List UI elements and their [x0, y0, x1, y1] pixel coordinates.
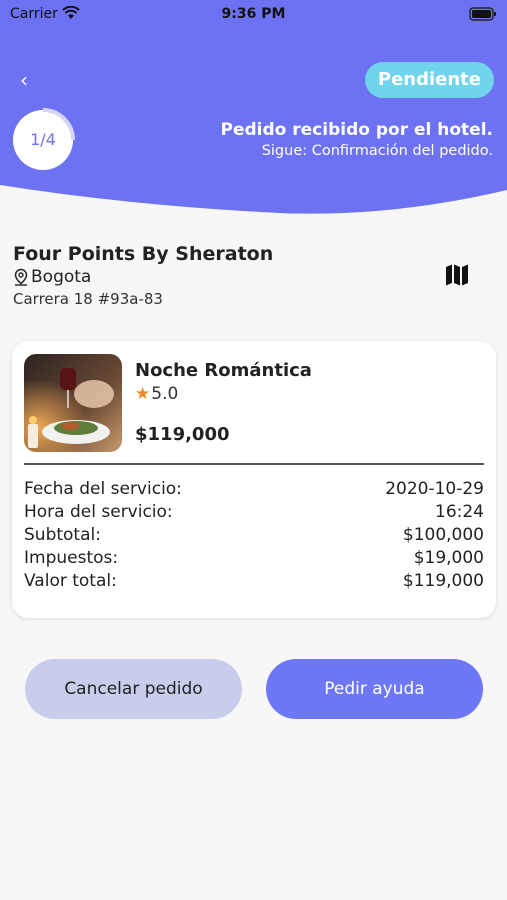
package-rating: ★ 5.0: [135, 384, 178, 404]
package-name: Noche Romántica: [135, 360, 312, 381]
package-price: $119,000: [135, 424, 230, 445]
map-icon[interactable]: [444, 263, 470, 287]
step-title: Pedido recibido por el hotel.: [220, 120, 493, 140]
detail-value: $119,000: [402, 571, 484, 591]
rating-value: 5.0: [151, 384, 179, 404]
star-icon: ★: [135, 384, 151, 404]
next-step-text: Sigue: Confirmación del pedido.: [261, 143, 493, 159]
detail-value: $19,000: [413, 548, 484, 568]
hotel-city: Bogota: [13, 267, 91, 287]
detail-label: Valor total:: [24, 571, 117, 591]
status-bar: Carrier 9:36 PM: [0, 0, 507, 30]
detail-value: 2020-10-29: [385, 479, 484, 499]
battery-icon: [469, 7, 496, 21]
pin-icon: [14, 268, 28, 286]
detail-value: 16:24: [435, 502, 484, 522]
detail-row-time: Hora del servicio: 16:24: [24, 501, 484, 524]
hotel-name: Four Points By Sheraton: [13, 243, 274, 265]
header: Carrier 9:36 PM ‹ Pendiente 1/4 Pedido r…: [0, 0, 507, 230]
help-button[interactable]: Pedir ayuda: [266, 659, 483, 719]
detail-row-taxes: Impuestos: $19,000: [24, 547, 484, 570]
detail-row-date: Fecha del servicio: 2020-10-29: [24, 478, 484, 501]
detail-label: Subtotal:: [24, 525, 101, 545]
back-icon: ‹: [20, 68, 28, 92]
clock: 9:36 PM: [221, 6, 286, 22]
hotel-city-label: Bogota: [31, 267, 92, 287]
status-badge: Pendiente: [364, 62, 494, 98]
detail-row-subtotal: Subtotal: $100,000: [24, 524, 484, 547]
detail-label: Fecha del servicio:: [24, 479, 182, 499]
order-card: Noche Romántica ★ 5.0 $119,000 Fecha del…: [12, 341, 496, 618]
package-image: [24, 354, 122, 452]
back-button[interactable]: ‹: [12, 66, 36, 94]
step-counter: 1/4: [30, 130, 56, 149]
detail-label: Hora del servicio:: [24, 502, 173, 522]
detail-row-total: Valor total: $119,000: [24, 570, 484, 593]
detail-label: Impuestos:: [24, 548, 119, 568]
cancel-order-button[interactable]: Cancelar pedido: [25, 659, 242, 719]
divider: [24, 463, 484, 465]
hotel-address: Carrera 18 #93a-83: [13, 290, 163, 308]
order-details: Fecha del servicio: 2020-10-29 Hora del …: [24, 478, 484, 593]
detail-value: $100,000: [402, 525, 484, 545]
